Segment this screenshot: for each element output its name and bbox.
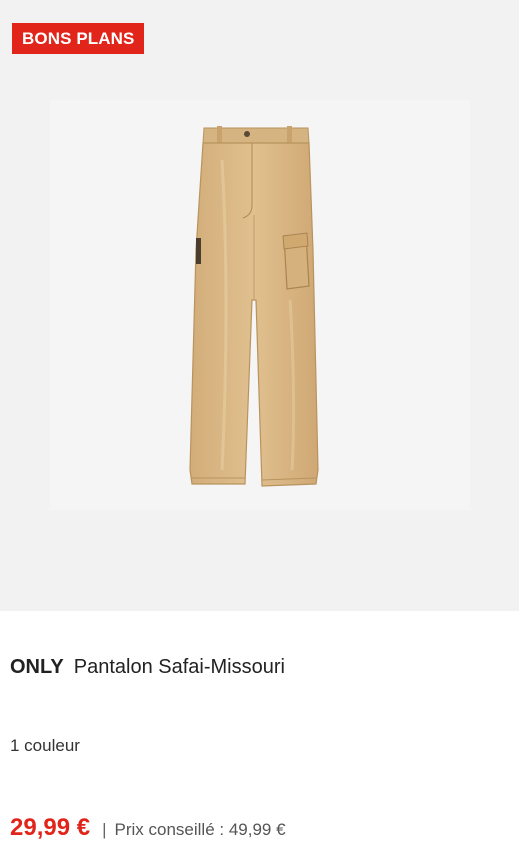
cargo-pants-image[interactable] [0,0,519,611]
color-count: 1 couleur [10,736,80,755]
belt-loop [287,126,292,144]
price-separator: | [102,820,107,839]
product-image-area[interactable]: BONS PLANS [0,0,519,611]
belt-loop [217,126,222,144]
price-row: 29,99 € | Prix conseillé : 49,99 € [10,814,286,842]
product-card[interactable]: BONS PLANS ONLY Pantalon Safai-Missouri 1… [0,0,519,854]
deals-badge: BONS PLANS [12,23,145,54]
product-brand: ONLY [10,656,64,678]
pants-body [189,142,319,487]
product-title[interactable]: ONLY Pantalon Safai-Missouri [10,656,285,679]
current-price: 29,99 € [10,814,91,841]
product-name: Pantalon Safai-Missouri [73,656,285,678]
pants-button [244,131,250,137]
recommended-price: Prix conseillé : 49,99 € [114,820,286,839]
side-pocket-tab [196,238,201,264]
